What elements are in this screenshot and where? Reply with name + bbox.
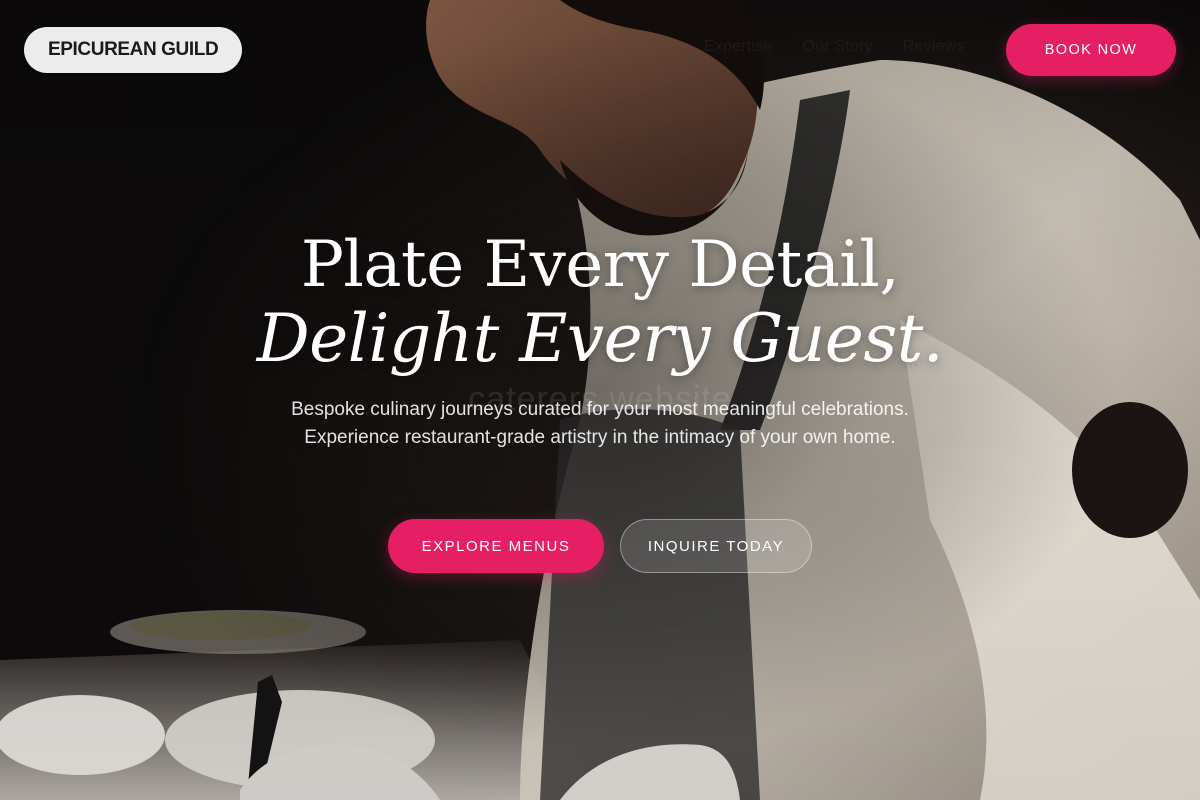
nav-item-expertise[interactable]: Expertise <box>704 38 773 56</box>
hero-subtitle: Bespoke culinary journeys curated for yo… <box>291 399 909 448</box>
brand-logo[interactable]: EPICUREAN GUILD <box>24 27 243 73</box>
explore-menus-button[interactable]: EXPLORE MENUS <box>388 519 604 573</box>
headline-line-1: Plate Every Detail, <box>300 228 900 302</box>
hero-headline: Plate Every Detail, Delight Every Guest. <box>0 228 1200 376</box>
headline-line-2: Delight Every Guest. <box>256 300 944 377</box>
nav-item-reviews[interactable]: Reviews <box>903 38 965 56</box>
inquire-today-button[interactable]: INQUIRE TODAY <box>620 519 812 573</box>
hero-section: EPICUREAN GUILD Expertise Our Story Revi… <box>0 0 1200 800</box>
main-nav: Expertise Our Story Reviews <box>704 38 965 56</box>
nav-item-our-story[interactable]: Our Story <box>803 38 873 56</box>
hero-cta-group: EXPLORE MENUS INQUIRE TODAY <box>388 519 812 573</box>
book-now-button[interactable]: BOOK NOW <box>1006 24 1176 76</box>
brand-name: EPICUREAN GUILD <box>48 39 219 60</box>
